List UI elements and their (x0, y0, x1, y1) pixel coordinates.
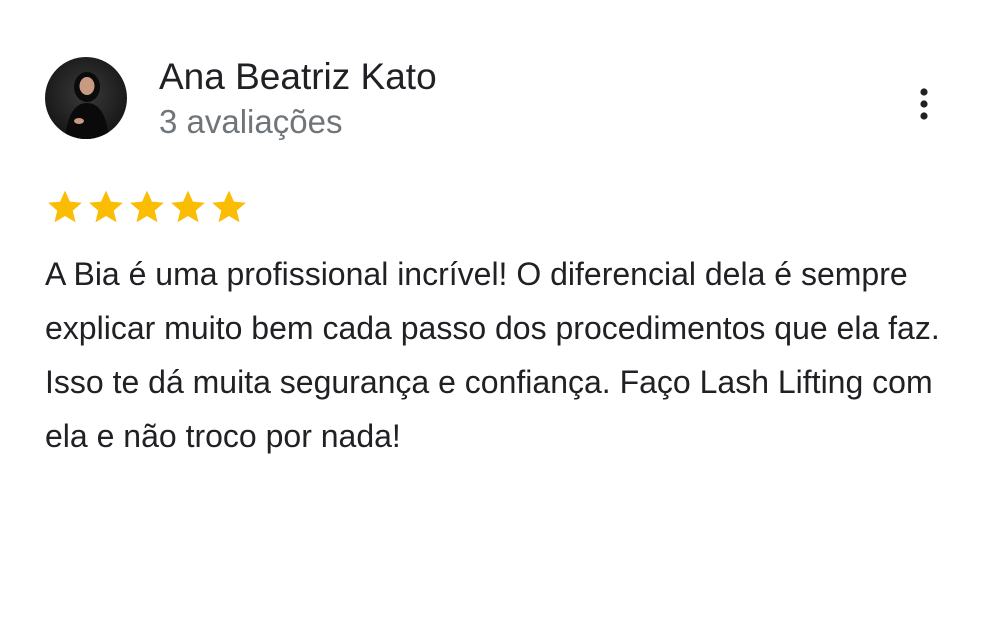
review-count: 3 avaliações (159, 103, 343, 140)
star-icon (171, 190, 205, 223)
star-icon (130, 190, 164, 223)
review-card: Ana Beatriz Kato 3 avaliações A Bia é um… (0, 0, 1000, 634)
review-text: A Bia é uma profissional incrível! O dif… (45, 256, 940, 454)
reviewer-name[interactable]: Ana Beatriz Kato (159, 55, 437, 99)
avatar[interactable] (45, 57, 127, 139)
profile-photo-icon (45, 57, 127, 139)
more-options-button[interactable] (902, 82, 946, 126)
star-icon (48, 190, 82, 223)
star-icon (212, 190, 246, 223)
more-vert-icon (920, 88, 928, 120)
star-rating (45, 187, 249, 227)
star-icon (89, 190, 123, 223)
